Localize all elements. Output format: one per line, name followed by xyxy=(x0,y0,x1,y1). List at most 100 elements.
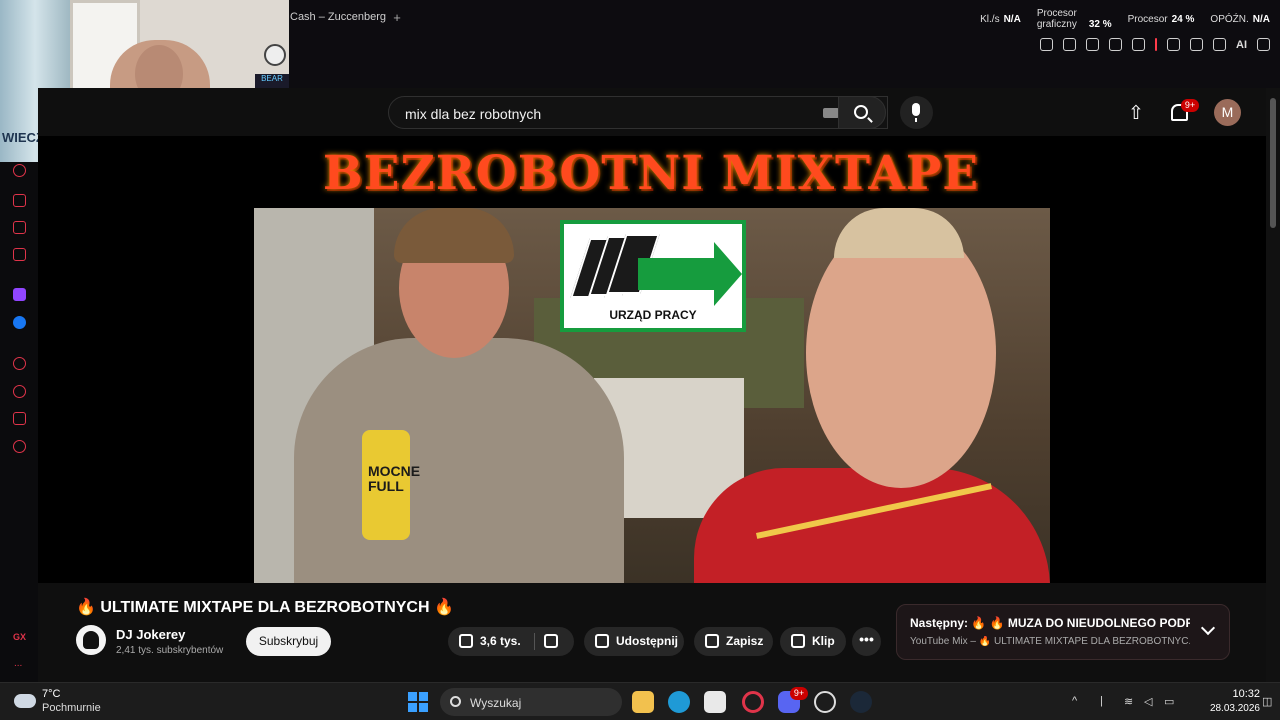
thumbs-up-icon xyxy=(459,634,473,648)
man-left-body xyxy=(294,338,624,583)
urzad-pracy-logo: URZĄD PRACY xyxy=(560,220,746,332)
volume-icon[interactable]: ◁ xyxy=(1144,695,1158,709)
man-right-shirt xyxy=(694,468,1050,583)
player-icon[interactable] xyxy=(1109,38,1122,51)
man-left-hair xyxy=(394,208,514,263)
menu-icon[interactable] xyxy=(1257,38,1270,51)
divider-icon xyxy=(1155,38,1157,51)
search-icon xyxy=(854,105,868,119)
taskbar-search[interactable]: Wyszukaj xyxy=(440,688,622,716)
share-label: Udostępnij xyxy=(616,634,678,648)
gx-cleaner-icon[interactable] xyxy=(13,194,26,207)
player-sidebar-icon[interactable] xyxy=(13,357,26,370)
twitch-icon[interactable] xyxy=(13,288,26,301)
windows-start-icon[interactable] xyxy=(408,692,428,712)
extensions-icon[interactable] xyxy=(1167,38,1180,51)
microsoft-store-icon[interactable] xyxy=(704,691,726,713)
start-square xyxy=(419,692,428,701)
like-divider xyxy=(534,633,535,650)
up-next-panel[interactable]: Następny: 🔥 🔥 MUZA DO NIEUDOLNEGO PODRY.… xyxy=(896,604,1230,660)
vpn-shield-icon[interactable] xyxy=(1086,38,1099,51)
wall-clock-icon xyxy=(264,44,286,66)
start-square xyxy=(408,703,417,712)
stat-gpu: Procesor graficzny 32 % xyxy=(1036,8,1112,30)
opera-gx-icon[interactable] xyxy=(742,691,764,713)
up-next-title: Następny: 🔥 🔥 MUZA DO NIEUDOLNEGO PODRY.… xyxy=(910,616,1190,630)
thumbnail-man-right xyxy=(694,208,1050,583)
search-button[interactable] xyxy=(838,96,886,129)
start-square xyxy=(419,703,428,712)
bookmark-icon xyxy=(705,634,719,648)
webcam-neon-lamp: BEAR xyxy=(255,74,289,88)
beer-can: MOCNE FULL xyxy=(362,430,420,540)
clock-time[interactable]: 10:32 xyxy=(1204,688,1260,700)
pin-icon[interactable] xyxy=(1040,38,1053,51)
wifi-icon[interactable]: ≋ xyxy=(1124,695,1138,709)
search-box[interactable]: mix dla bez robotnych ✕ xyxy=(388,96,888,129)
favorites-heart-icon[interactable] xyxy=(1132,38,1145,51)
thumbs-down-icon[interactable] xyxy=(544,634,558,648)
keyboard-icon[interactable] xyxy=(823,108,839,118)
clock-date[interactable]: 28.03.2026 xyxy=(1196,703,1260,714)
video-player[interactable]: BEZROBOTNI MIXTAPE MOCNE FULL URZĄD PRAC… xyxy=(38,136,1266,583)
gx-control-icon[interactable] xyxy=(13,164,26,177)
taskbar-search-label: Wyszukaj xyxy=(470,696,522,710)
channel-subscriber-count: 2,41 tys. subskrybentów xyxy=(116,645,224,656)
aria-ai-button[interactable]: AI xyxy=(1236,39,1247,51)
snapshot-icon[interactable] xyxy=(1063,38,1076,51)
browser-toolbar: AI xyxy=(1040,38,1270,51)
weather-condition[interactable]: Pochmurnie xyxy=(42,702,101,714)
like-count: 3,6 tys. xyxy=(480,634,521,648)
video-title: 🔥 ULTIMATE MIXTAPE DLA BEZROBOTNYCH 🔥 xyxy=(76,599,454,616)
beer-can-label: MOCNE FULL xyxy=(368,463,421,494)
microphone-icon[interactable]: | xyxy=(1100,695,1114,709)
stat-fps: Kl./s N/A xyxy=(980,13,1021,25)
channel-name[interactable]: DJ Jokerey xyxy=(116,627,185,642)
settings-gear-icon[interactable] xyxy=(13,440,26,453)
steam-icon[interactable] xyxy=(850,691,872,713)
channel-avatar[interactable] xyxy=(76,625,106,655)
messenger-icon[interactable] xyxy=(13,316,26,329)
screen: Cash – Zuccenberg + Kl./s N/A Procesor gr… xyxy=(0,0,1280,720)
create-upload-icon[interactable]: ⇧ xyxy=(1128,102,1144,125)
voice-search-button[interactable] xyxy=(900,96,933,129)
new-tab-button[interactable]: + xyxy=(390,11,404,25)
cloud-icon[interactable] xyxy=(14,694,36,708)
up-next-subtitle: YouTube Mix – 🔥 ULTIMATE MIXTAPE DLA BEZ… xyxy=(910,636,1190,647)
save-button[interactable]: Zapisz xyxy=(694,627,773,656)
tray-chevron-up-icon[interactable]: ^ xyxy=(1072,695,1086,709)
notification-center-icon[interactable]: ◫ xyxy=(1262,695,1276,709)
obs-icon[interactable] xyxy=(814,691,836,713)
edge-browser-icon[interactable] xyxy=(668,691,690,713)
video-info-section: 🔥 ULTIMATE MIXTAPE DLA BEZROBOTNYCH 🔥 DJ… xyxy=(38,583,1266,683)
battery-icon[interactable]: ▭ xyxy=(1164,695,1178,709)
thumbnail-photo: MOCNE FULL URZĄD PRACY xyxy=(254,208,1050,583)
file-explorer-icon[interactable] xyxy=(632,691,654,713)
extensions-sidebar-icon[interactable] xyxy=(13,412,26,425)
more-actions-button[interactable]: ••• xyxy=(852,627,881,656)
gx-hardware-stats: Kl./s N/A Procesor graficzny 32 % Procesor… xyxy=(980,8,1270,30)
clip-label: Klip xyxy=(812,634,835,648)
start-square xyxy=(408,692,417,701)
share-button[interactable]: Udostępnij xyxy=(584,627,684,656)
page-scrollbar[interactable] xyxy=(1266,88,1280,682)
download-icon[interactable] xyxy=(1213,38,1226,51)
history-icon[interactable] xyxy=(13,385,26,398)
wallet-icon[interactable] xyxy=(1190,38,1203,51)
weather-temperature[interactable]: 7°C xyxy=(42,688,60,700)
gx-mods-icon[interactable] xyxy=(13,248,26,261)
gx-logo[interactable]: GX xyxy=(13,632,26,642)
subscribe-button[interactable]: Subskrybuj xyxy=(246,627,331,656)
thumbnail-headline: BEZROBOTNI MIXTAPE xyxy=(322,146,980,201)
sidebar-more-button[interactable]: ... xyxy=(14,658,22,669)
account-avatar[interactable]: M xyxy=(1214,99,1241,126)
search-input[interactable]: mix dla bez robotnych xyxy=(405,106,541,122)
browser-tab[interactable]: Cash – Zuccenberg xyxy=(290,11,386,23)
like-button[interactable]: 3,6 tys. xyxy=(448,627,574,656)
save-label: Zapisz xyxy=(726,634,764,648)
chevron-down-icon[interactable] xyxy=(1200,620,1216,636)
man-right-head xyxy=(806,218,996,488)
scrollbar-thumb[interactable] xyxy=(1270,98,1276,228)
clip-button[interactable]: Klip xyxy=(780,627,846,656)
gx-corner-icon[interactable] xyxy=(13,221,26,234)
